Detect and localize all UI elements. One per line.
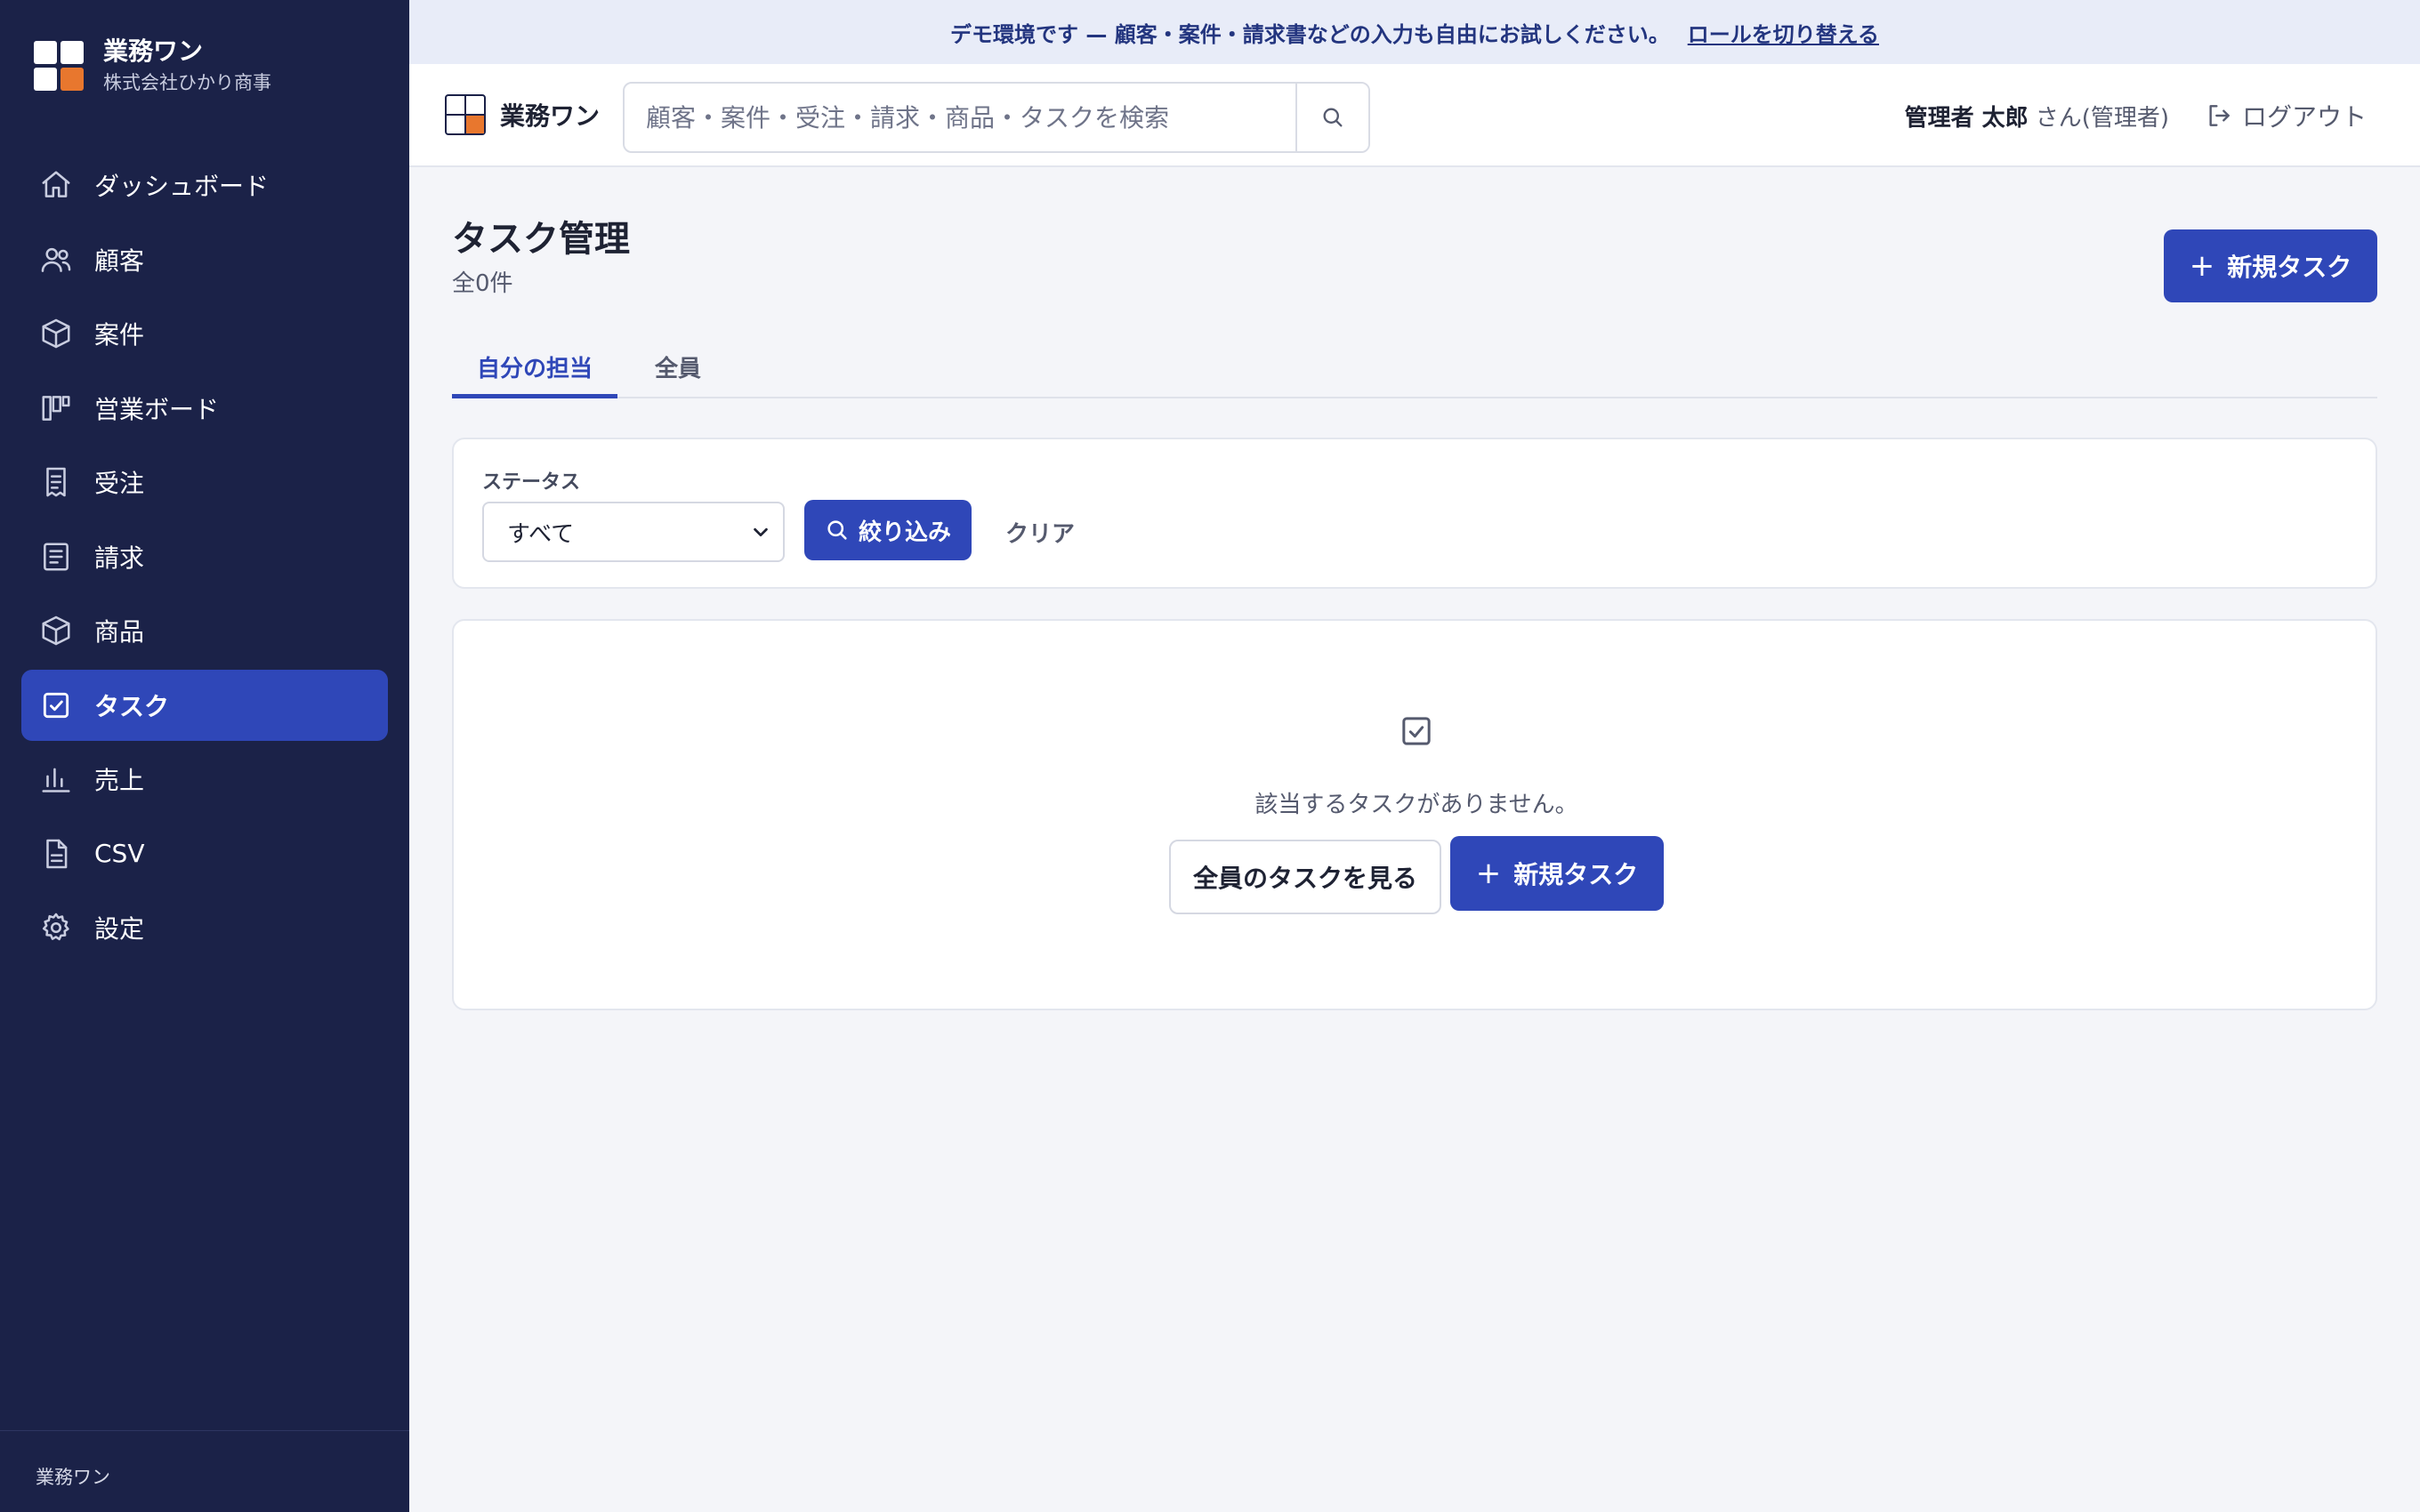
new-task-button[interactable]: + 新規タスク (2164, 229, 2377, 302)
apply-filter-button[interactable]: 絞り込み (804, 500, 972, 560)
receipt-icon (39, 465, 73, 499)
demo-banner-text: デモ環境です — 顧客・案件・請求書などの入力も自由にお試しください。 (950, 21, 1670, 47)
search-icon (1323, 108, 1343, 127)
sidebar-item-settings[interactable]: 設定 (21, 892, 388, 963)
sidebar-item-label: 顧客 (94, 245, 145, 276)
sidebar-item-label: 設定 (94, 914, 145, 944)
tab-mine[interactable]: 自分の担当 (452, 343, 617, 398)
filter-panel: ステータス すべて 絞り込み クリア (452, 438, 2377, 589)
header-app-name: 業務ワン (500, 101, 601, 131)
plus-icon: + (2189, 248, 2215, 284)
search-button[interactable] (1295, 84, 1368, 151)
sidebar-brand[interactable]: 業務ワン 株式会社ひかり商事 (32, 36, 271, 96)
page-title: タスク管理 (452, 219, 630, 260)
app-logo-icon (32, 39, 85, 92)
user-name: 管理者 太郎 (1904, 104, 2029, 132)
sidebar-item-deals[interactable]: 案件 (21, 298, 388, 369)
sidebar-nav: ダッシュボード 顧客 案件 営業ボード 受注 請求 商品 タスク 売上 CSV … (21, 149, 388, 967)
bar-chart-icon (39, 762, 73, 796)
empty-message: 該当するタスクがありません。 (1254, 792, 1578, 818)
plus-icon: + (1475, 856, 1502, 891)
sidebar-item-label: 売上 (94, 766, 145, 795)
package-icon (39, 614, 73, 647)
status-select-value: すべて (507, 520, 575, 548)
sidebar-item-sales-board[interactable]: 営業ボード (21, 373, 388, 444)
home-icon (39, 168, 73, 202)
logout-icon (2209, 105, 2230, 126)
sidebar-footer: 業務ワン (0, 1430, 409, 1512)
sidebar-item-label: ダッシュボード (94, 172, 270, 201)
search-icon (827, 520, 847, 540)
header-brand[interactable]: 業務ワン (445, 94, 600, 135)
gear-icon (39, 911, 73, 945)
task-count: 全0件 (452, 270, 513, 297)
task-tabs: 自分の担当 全員 (452, 343, 2377, 398)
top-header: 業務ワン 管理者 太郎 さん(管理者) ログアウト (409, 64, 2420, 167)
empty-state: 該当するタスクがありません。 全員のタスクを見る + 新規タスク (452, 619, 2377, 1010)
sidebar: 業務ワン 株式会社ひかり商事 ダッシュボード 顧客 案件 営業ボード 受注 請求… (0, 0, 409, 1512)
checkbox-icon (1402, 717, 1431, 745)
empty-new-task-button[interactable]: + 新規タスク (1450, 836, 1664, 911)
sidebar-item-label: 営業ボード (94, 394, 220, 424)
sidebar-item-label: タスク (94, 691, 170, 721)
new-task-label: 新規タスク (2227, 253, 2352, 282)
sidebar-item-tasks[interactable]: タスク (21, 669, 388, 741)
sidebar-item-label: 請求 (94, 543, 145, 573)
switch-role-link[interactable]: ロールを切り替える (1688, 17, 1879, 48)
kanban-icon (39, 391, 73, 425)
sidebar-company-name: 株式会社ひかり商事 (103, 72, 271, 93)
view-all-tasks-button[interactable]: 全員のタスクを見る (1169, 840, 1441, 914)
clear-filter-button[interactable]: クリア (1005, 516, 1075, 549)
sidebar-item-label: 案件 (94, 320, 145, 350)
app-logo-icon (445, 94, 486, 135)
logout-label: ログアウト (2241, 102, 2367, 132)
checkbox-icon (39, 688, 73, 722)
sidebar-item-label: CSV (94, 839, 145, 868)
users-icon (39, 243, 73, 277)
demo-banner: デモ環境です — 顧客・案件・請求書などの入力も自由にお試しください。 ロールを… (409, 0, 2420, 64)
logout-button[interactable]: ログアウト (2205, 98, 2367, 133)
sidebar-item-label: 商品 (94, 617, 145, 647)
sidebar-item-products[interactable]: 商品 (21, 595, 388, 666)
box-icon (39, 317, 73, 350)
sidebar-item-label: 受注 (94, 469, 145, 498)
file-icon (39, 837, 73, 871)
user-area: 管理者 太郎 さん(管理者) ログアウト (1905, 98, 2367, 133)
global-search (623, 82, 1370, 153)
sidebar-item-revenue[interactable]: 売上 (21, 744, 388, 815)
sidebar-item-csv[interactable]: CSV (21, 818, 388, 889)
sidebar-item-dashboard[interactable]: ダッシュボード (21, 149, 388, 221)
status-filter-label: ステータス (482, 471, 581, 494)
document-icon (39, 540, 73, 574)
search-input[interactable] (625, 84, 1295, 151)
user-role: さん(管理者) (2035, 104, 2169, 132)
chevron-down-icon (754, 527, 768, 537)
sidebar-item-invoices[interactable]: 請求 (21, 521, 388, 592)
sidebar-app-name: 業務ワン (103, 36, 204, 66)
sidebar-item-customers[interactable]: 顧客 (21, 224, 388, 295)
sidebar-item-orders[interactable]: 受注 (21, 446, 388, 518)
tab-all[interactable]: 全員 (642, 343, 714, 398)
apply-filter-label: 絞り込み (858, 519, 951, 546)
status-select[interactable]: すべて (482, 502, 785, 562)
new-task-label: 新規タスク (1513, 860, 1639, 889)
